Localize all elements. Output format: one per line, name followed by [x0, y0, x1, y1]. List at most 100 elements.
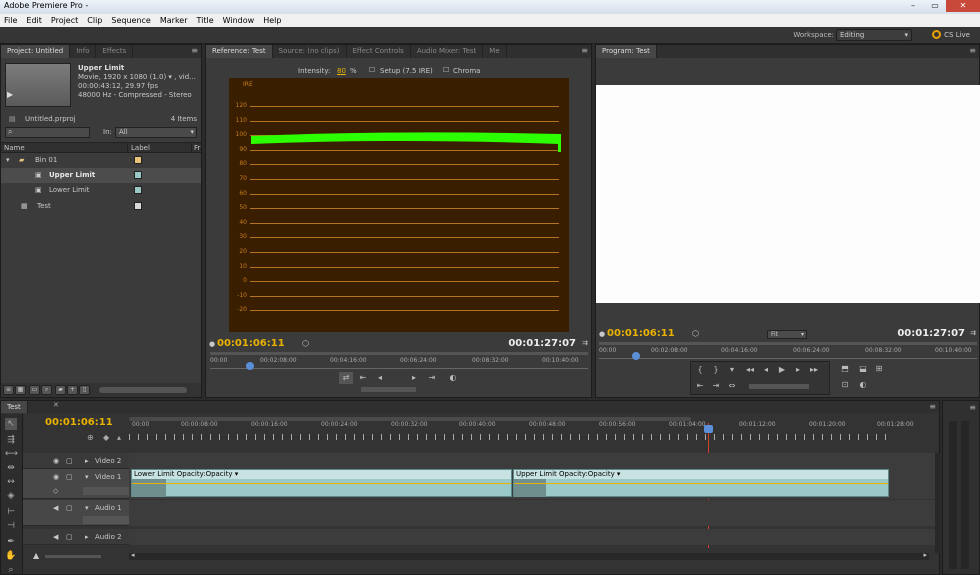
new-bin-icon[interactable]: ▰: [55, 385, 66, 395]
jog-shuttle[interactable]: [749, 384, 809, 389]
workspace-select[interactable]: Editing ▾: [836, 29, 912, 41]
fit-select[interactable]: Fit ▾: [767, 330, 807, 339]
intensity-value[interactable]: 80: [337, 67, 346, 75]
in-filter-select[interactable]: All ▾: [115, 127, 197, 138]
tab-reference[interactable]: Reference: Test: [206, 45, 273, 58]
panel-settings-icon[interactable]: ⇉: [582, 339, 588, 347]
zoom-out-icon[interactable]: ▲: [33, 551, 39, 560]
panel-menu-icon[interactable]: ≡: [969, 46, 976, 55]
setup-checkbox[interactable]: ☐: [369, 66, 375, 74]
menu-marker[interactable]: Marker: [160, 14, 188, 27]
step-back-icon[interactable]: ◂◂: [743, 364, 757, 376]
snap-icon[interactable]: ⊕: [87, 433, 94, 442]
tab-source[interactable]: Source: (no clips): [273, 45, 347, 58]
program-timecode[interactable]: 00:01:06:11: [607, 328, 675, 339]
next-frame-icon[interactable]: ▸: [407, 372, 421, 384]
time-ruler[interactable]: 00:00 00:02:08:00 00:04:16:00 00:06:24:0…: [210, 357, 588, 370]
tab-metadata[interactable]: Me: [483, 45, 507, 58]
disclosure-triangle-icon[interactable]: ▾: [85, 469, 89, 485]
selection-tool-icon[interactable]: ↖: [5, 418, 17, 430]
menu-help[interactable]: Help: [263, 14, 281, 27]
mark-out-icon[interactable]: }: [709, 364, 723, 376]
scroll-right-icon[interactable]: ▸: [923, 551, 927, 559]
disclosure-triangle-icon[interactable]: ▾: [85, 500, 89, 516]
step-back-icon[interactable]: ⇤: [356, 372, 370, 384]
tab-audio-mixer[interactable]: Audio Mixer: Test: [411, 45, 484, 58]
go-to-out-icon[interactable]: ⇥: [709, 380, 723, 392]
zoom-tool-icon[interactable]: ⌕: [5, 564, 17, 575]
chroma-checkbox[interactable]: ☐: [443, 66, 449, 74]
tab-effect-controls[interactable]: Effect Controls: [347, 45, 411, 58]
tab-effects[interactable]: Effects: [96, 45, 134, 58]
thumbnail-size-slider[interactable]: [99, 387, 187, 393]
playhead-handle[interactable]: [704, 425, 713, 433]
cs-live-button[interactable]: CS Live: [932, 30, 970, 39]
step-forward-icon[interactable]: ▸▸: [807, 364, 821, 376]
lock-icon[interactable]: ▢: [66, 529, 73, 545]
column-frame-rate[interactable]: Fr: [191, 143, 200, 153]
track-header-audio-1[interactable]: ◀ ▢ ▾ Audio 1: [23, 500, 129, 526]
keyframe-navigator[interactable]: [83, 487, 129, 495]
gang-to-program-icon[interactable]: ⇄: [339, 372, 353, 384]
slip-tool-icon[interactable]: ⊢: [5, 506, 17, 518]
previous-frame-icon[interactable]: ◂: [759, 364, 773, 376]
opacity-line[interactable]: [514, 483, 888, 484]
timeline-clip-lower-limit[interactable]: Lower Limit Opacity:Opacity ▾: [131, 469, 512, 497]
zoom-slider[interactable]: [45, 555, 101, 558]
menu-edit[interactable]: Edit: [26, 14, 42, 27]
vertical-scrollbar[interactable]: [935, 453, 940, 553]
trim-icon[interactable]: ⊞: [872, 363, 886, 375]
column-label[interactable]: Label: [127, 143, 150, 153]
hand-tool-icon[interactable]: ✋: [5, 550, 17, 562]
time-ruler[interactable]: 00:00 00:02:08:00 00:04:16:00 00:06:24:0…: [599, 347, 977, 360]
next-frame-icon[interactable]: ▸: [791, 364, 805, 376]
extract-icon[interactable]: ⬓: [856, 363, 870, 375]
clip-fx-property[interactable]: Opacity:Opacity ▾: [559, 470, 620, 478]
output-icon[interactable]: ◐: [856, 379, 870, 391]
disclosure-triangle-icon[interactable]: ▸: [85, 529, 89, 545]
lock-icon[interactable]: ▢: [66, 469, 73, 485]
maximize-button[interactable]: ▭: [924, 0, 946, 12]
track-lane-video-2[interactable]: [129, 453, 935, 469]
play-in-to-out-icon[interactable]: ⇔: [725, 380, 739, 392]
close-tab-icon[interactable]: ✕: [53, 401, 59, 409]
track-header-video-1[interactable]: ◉ ▢ ▾ Video 1 ◇: [23, 469, 129, 499]
keyframe-navigator[interactable]: [83, 516, 129, 524]
list-view-icon[interactable]: ≡: [3, 385, 14, 395]
scroll-left-icon[interactable]: ◂: [131, 551, 135, 559]
menu-sequence[interactable]: Sequence: [111, 14, 150, 27]
lift-icon[interactable]: ⬒: [838, 363, 852, 375]
slide-tool-icon[interactable]: ⊣: [5, 520, 17, 532]
set-marker-icon[interactable]: ◆: [103, 433, 109, 442]
track-header-audio-2[interactable]: ◀ ▢ ▸ Audio 2: [23, 529, 129, 545]
output-icon[interactable]: ◐: [446, 372, 460, 384]
menu-title[interactable]: Title: [197, 14, 214, 27]
clip-fx-property[interactable]: Opacity:Opacity ▾: [177, 470, 238, 478]
reference-timecode[interactable]: 00:01:06:11: [217, 338, 285, 349]
list-item[interactable]: ▣ Lower Limit: [1, 183, 201, 198]
playhead-handle[interactable]: [632, 352, 640, 360]
menu-project[interactable]: Project: [51, 14, 78, 27]
find-icon[interactable]: ⌕: [41, 385, 52, 395]
previous-frame-icon[interactable]: ◂: [373, 372, 387, 384]
mark-in-icon[interactable]: {: [693, 364, 707, 376]
playhead-handle[interactable]: [246, 362, 254, 370]
automate-icon[interactable]: ▭: [29, 385, 40, 395]
track-select-tool-icon[interactable]: ⇶: [5, 434, 17, 446]
column-name[interactable]: Name: [4, 143, 25, 153]
zoom-shield-icon[interactable]: ⬡: [302, 339, 309, 348]
export-frame-icon[interactable]: ⊡: [838, 379, 852, 391]
search-input[interactable]: ⌕: [5, 127, 90, 138]
pen-tool-icon[interactable]: ✒: [5, 536, 17, 548]
panel-menu-icon[interactable]: ≡: [929, 402, 936, 411]
rate-stretch-tool-icon[interactable]: ↔: [5, 476, 17, 488]
play-thumbnail-icon[interactable]: ▶: [7, 90, 13, 99]
keyframe-icon[interactable]: ◇: [53, 483, 58, 499]
horizontal-scrollbar[interactable]: ◂ ▸: [129, 551, 929, 560]
lock-icon[interactable]: ▢: [66, 453, 73, 469]
zoom-scroll-bar[interactable]: [599, 342, 977, 345]
track-header-video-2[interactable]: ◉ ▢ ▸ Video 2: [23, 453, 129, 469]
panel-menu-icon[interactable]: ≡: [581, 46, 588, 55]
eye-icon[interactable]: ◉: [53, 453, 59, 469]
menu-window[interactable]: Window: [223, 14, 255, 27]
